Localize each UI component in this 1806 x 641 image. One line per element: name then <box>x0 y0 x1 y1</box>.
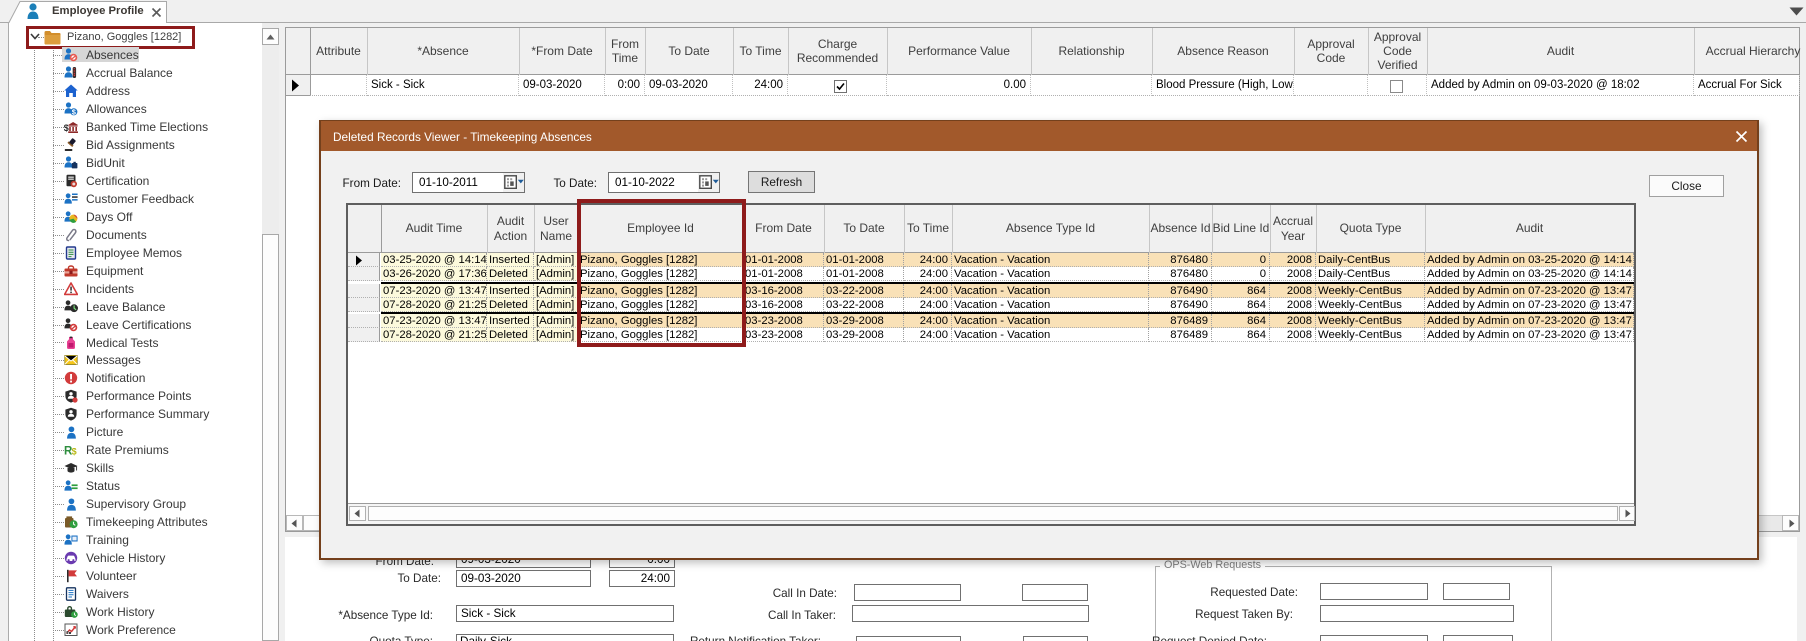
svg-text:$: $ <box>64 123 69 133</box>
svg-text:$: $ <box>72 107 76 116</box>
svg-text:$: $ <box>72 447 77 457</box>
